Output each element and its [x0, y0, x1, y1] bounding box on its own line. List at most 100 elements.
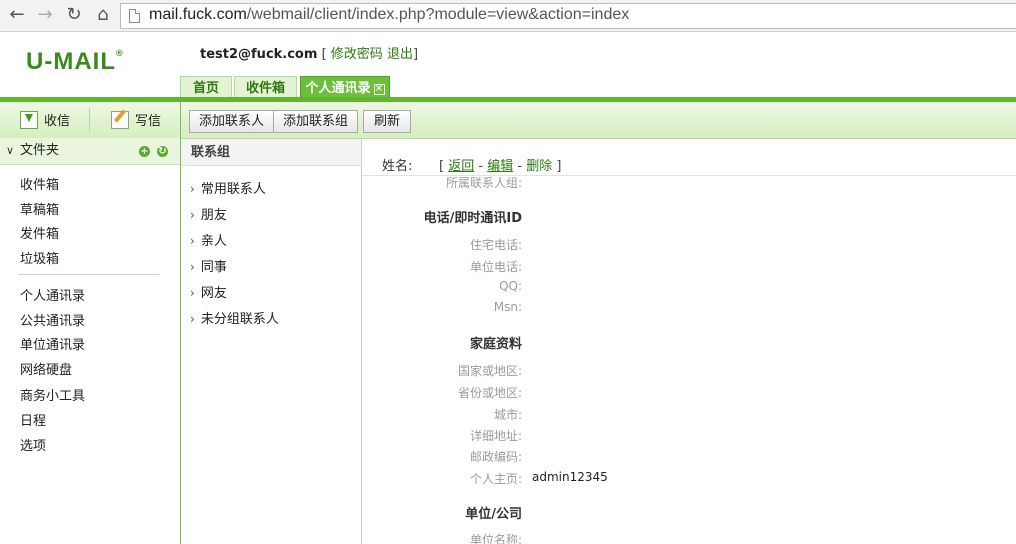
homepage-label: 个人主页: [469, 472, 522, 486]
refresh-folder-icon[interactable]: ↻ [157, 146, 168, 157]
country-label: 国家或地区: [457, 364, 522, 378]
module-public-contacts[interactable]: 公共通讯录 [20, 310, 85, 329]
company-section-title: 单位/公司 [465, 507, 522, 522]
module-business-tools[interactable]: 商务小工具 [20, 385, 85, 404]
logo-registered-mark: ® [115, 48, 124, 58]
group-label: 未分组联系人 [200, 312, 279, 327]
group-friends[interactable]: › 朋友 [190, 204, 227, 223]
bracket-open: [ [321, 47, 327, 62]
group-label: 同事 [200, 260, 227, 275]
chevron-right-icon: › [190, 208, 195, 222]
phone-section-title: 电话/即时通讯ID [423, 211, 522, 226]
action-separator [89, 108, 90, 132]
module-options[interactable]: 选项 [20, 435, 46, 454]
add-folder-icon[interactable]: + [139, 146, 150, 157]
tab-home-label: 首页 [192, 81, 219, 96]
module-network-disk[interactable]: 网络硬盘 [20, 359, 72, 378]
home-phone-label: 住宅电话: [469, 238, 522, 252]
tab-inbox-label: 收件箱 [245, 81, 285, 96]
city-label: 城市: [493, 408, 522, 422]
folder-inbox[interactable]: 收件箱 [20, 174, 59, 193]
chevron-right-icon: › [190, 182, 195, 196]
logout-link[interactable]: 退出 [387, 47, 413, 62]
group-label: 常用联系人 [200, 182, 266, 197]
module-calendar[interactable]: 日程 [20, 410, 46, 429]
homepage-value: admin12345 [532, 470, 608, 484]
compose-icon [111, 111, 129, 129]
postcode-label: 邮政编码: [469, 450, 522, 464]
contact-name-row: 姓名: [ 返回 - 编辑 - 删除 ] [362, 139, 1016, 175]
group-family[interactable]: › 亲人 [190, 230, 227, 249]
back-arrow-icon[interactable]: ← [6, 4, 28, 26]
actions-dash: - [478, 159, 484, 174]
tab-personal-contacts-label: 个人通讯录 [305, 81, 371, 96]
delete-link[interactable]: 删除 [526, 159, 552, 174]
chevron-right-icon: › [190, 312, 195, 326]
add-contact-button[interactable]: 添加联系人 [189, 110, 274, 133]
contact-detail: 姓名: [ 返回 - 编辑 - 删除 ] 所属联系人组: 电话/即时通讯ID 住… [362, 139, 1016, 544]
app-header: U-MAIL® test2@fuck.com [ 修改密码 退出] 首页 收件箱… [0, 32, 1016, 100]
add-group-button[interactable]: 添加联系组 [273, 110, 358, 133]
back-link[interactable]: 返回 [448, 159, 474, 174]
browser-toolbar: ← → ↻ ⌂ mail.fuck.com/webmail/client/ind… [0, 0, 1016, 32]
page-icon [129, 9, 140, 23]
group-colleagues[interactable]: › 同事 [190, 256, 227, 275]
folder-drafts[interactable]: 草稿箱 [20, 199, 59, 218]
address-bar[interactable]: mail.fuck.com/webmail/client/index.php?m… [120, 3, 1016, 29]
user-email: test2@fuck.com [200, 47, 318, 62]
folder-sent[interactable]: 发件箱 [20, 223, 59, 242]
url-path: /webmail/client/index.php?module=view&ac… [246, 6, 630, 23]
chevron-down-icon: ∨ [6, 144, 15, 157]
group-field-label: 所属联系人组: [445, 176, 522, 190]
reload-icon[interactable]: ↻ [63, 4, 85, 26]
chevron-right-icon: › [190, 286, 195, 300]
bracket-close: ] [412, 47, 419, 62]
home-icon[interactable]: ⌂ [92, 4, 114, 26]
folder-header-label: 文件夹 [20, 143, 60, 158]
change-password-link[interactable]: 修改密码 [331, 47, 383, 62]
logo-text: U-MAIL [26, 48, 116, 75]
folder-tools: + ↻ [132, 138, 168, 164]
actions-bracket-close: ] [556, 159, 562, 174]
groups-header: 联系组 [181, 139, 361, 166]
forward-arrow-icon[interactable]: → [34, 4, 56, 26]
group-netfriends[interactable]: › 网友 [190, 282, 227, 301]
compose-label: 写信 [135, 114, 162, 129]
company-name-label: 单位名称: [469, 533, 522, 544]
edit-link[interactable]: 编辑 [487, 159, 513, 174]
folder-header[interactable]: ∨ 文件夹 + ↻ [0, 138, 180, 165]
work-phone-label: 单位电话: [469, 260, 522, 274]
home-section-title: 家庭资料 [469, 337, 522, 352]
chevron-right-icon: › [190, 260, 195, 274]
province-label: 省份或地区: [457, 386, 522, 400]
compose-button[interactable]: 写信 [111, 111, 161, 129]
receive-button[interactable]: 收信 [20, 111, 70, 129]
user-info: test2@fuck.com [ 修改密码 退出] [200, 43, 418, 62]
contact-actions: [ 返回 - 编辑 - 删除 ] [439, 155, 561, 174]
chevron-right-icon: › [190, 234, 195, 248]
group-frequent[interactable]: › 常用联系人 [190, 178, 266, 197]
left-sidebar: 收信 写信 ∨ 文件夹 + ↻ 收件箱 草稿箱 发件箱 垃圾箱 个人通讯录 公共通… [0, 102, 181, 544]
qq-label: QQ: [499, 279, 522, 293]
group-label: 亲人 [200, 234, 227, 249]
tab-close-icon[interactable]: × [373, 84, 385, 95]
contacts-toolbar: 添加联系人 添加联系组 刷新 [181, 102, 1016, 139]
folder-trash[interactable]: 垃圾箱 [20, 248, 59, 267]
umail-logo: U-MAIL® [26, 48, 124, 76]
group-ungrouped[interactable]: › 未分组联系人 [190, 308, 279, 327]
msn-label: Msn: [493, 300, 522, 314]
module-personal-contacts[interactable]: 个人通讯录 [20, 285, 85, 304]
name-label: 姓名: [382, 159, 413, 174]
actions-bracket-open: [ [439, 159, 445, 174]
download-icon [20, 111, 38, 129]
refresh-button[interactable]: 刷新 [363, 110, 411, 133]
actions-dash: - [517, 159, 523, 174]
group-label: 网友 [200, 286, 227, 301]
module-org-contacts[interactable]: 单位通讯录 [20, 334, 85, 353]
receive-label: 收信 [44, 114, 71, 129]
url-host: mail.fuck.com [149, 6, 247, 23]
mail-actions: 收信 写信 [0, 102, 180, 139]
url-text: mail.fuck.com/webmail/client/index.php?m… [149, 6, 629, 24]
menu-divider [18, 274, 159, 275]
contact-groups-panel: 联系组 › 常用联系人 › 朋友 › 亲人 › 同事 › 网友 › 未分组联系人 [181, 139, 362, 544]
